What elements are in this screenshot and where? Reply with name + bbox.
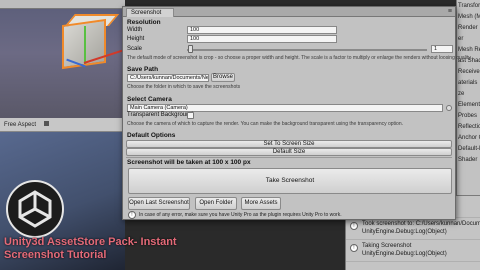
scale-slider-thumb[interactable] [188,45,193,53]
camera-value: Main Camera (Camera) [130,105,188,111]
console-entry[interactable]: ! Took screenshot to: C:/Users/kunnan/Do… [346,218,480,240]
inspector-item[interactable]: Transfor [457,0,480,11]
move-gizmo-y-axis[interactable] [84,26,86,64]
inspector-item[interactable]: Anchor Overrid [457,132,480,143]
open-last-screenshot-button[interactable]: Open Last Screenshot [128,197,190,210]
set-to-screen-size-button[interactable]: Set To Screen Size [126,140,452,148]
default-size-button[interactable]: Default Size [126,148,452,156]
more-assets-button[interactable]: More Assets [241,197,281,210]
inspector-item[interactable]: Render [457,22,480,33]
unity-logo-icon [6,180,64,238]
console-message: Took screenshot to: C:/Users/kunnan/Docu… [362,221,480,227]
separator [126,157,452,158]
tab-screenshot[interactable]: Screenshot [126,8,174,17]
console-stack: UnityEngine.Debug:Log(Object) [362,251,447,257]
inspector-item[interactable]: Probes [457,110,480,121]
inspector-item[interactable]: ze [457,88,480,99]
scale-slider-track[interactable] [187,49,427,51]
browse-button[interactable]: Browse [211,73,235,82]
camera-field[interactable]: Main Camera (Camera) [127,104,443,112]
scale-label: Scale [127,46,143,52]
inspector-item[interactable]: Reflection Probes [457,121,480,132]
take-screenshot-button[interactable]: Take Screenshot [128,168,452,194]
camera-help-text: Choose the camera of which to capture th… [127,121,404,127]
transparent-background-checkbox[interactable] [187,112,194,119]
window-titlebar: Screenshot ≡ [123,7,455,17]
inspector-item[interactable]: Element 0 [457,99,480,110]
console-stack: UnityEngine.Debug:Log(Object) [362,229,447,235]
height-label: Height [127,36,145,42]
width-label: Width [127,27,143,33]
inspector-item[interactable]: Shader [457,154,480,165]
default-options-heading: Default Options [127,132,176,139]
inspector-item[interactable]: aterials [457,77,480,88]
save-path-field[interactable]: C:/Users/kunnan/Documents/New [127,74,209,82]
inspector-panel: Transfor Mesh (Me Render er Mesh Ren ast… [456,0,480,195]
inspector-item[interactable]: er [457,33,480,44]
transparent-background-label: Transparent Background [127,112,193,118]
inspector-item[interactable]: Mesh Ren [457,44,480,55]
console-entry[interactable]: ! Taking Screenshot UnityEngine.Debug:Lo… [346,240,480,262]
inspector-item[interactable]: Default-Ma [457,143,480,154]
console-message: Taking Screenshot [362,243,412,249]
object-picker-icon[interactable] [446,105,452,111]
height-field[interactable]: 100 [187,35,337,43]
inspector-item[interactable]: Mesh (Me [457,11,480,22]
info-icon: ! [350,244,358,252]
save-path-heading: Save Path [127,66,159,73]
screenshot-status-text: Screenshot will be taken at 100 x 100 px [127,159,251,166]
resolution-help-text: The default mode of screenshot is crop -… [127,55,472,61]
open-folder-button[interactable]: Open Folder [195,197,237,210]
tutorial-title-line-2: Screenshot Tutorial [4,249,107,261]
scale-field[interactable]: 1 [431,45,453,53]
info-icon: ! [350,222,358,230]
scene-toolbar [0,0,125,9]
inspector-item[interactable]: Receive Shadow [457,66,480,77]
window-menu-icon[interactable]: ≡ [448,8,452,15]
info-message-text: In case of any error, make sure you have… [139,212,342,218]
camera-heading: Select Camera [127,96,172,103]
width-field[interactable]: 100 [187,26,337,34]
tutorial-title-overlay: Unity3d AssetStore Pack- Instant Screens… [4,236,254,262]
aspect-dropdown[interactable]: Free Aspect [4,122,36,128]
scene-view[interactable] [0,0,125,118]
tutorial-title-line-1: Unity3d AssetStore Pack- Instant [4,236,177,248]
screenshot-window: Screenshot ≡ Resolution Width 100 Height… [122,6,472,220]
info-icon: ! [128,211,136,219]
resolution-heading: Resolution [127,19,161,26]
save-path-help-text: Choose the folder in which to save the s… [127,84,241,90]
game-view-toolbar: Free Aspect [0,118,125,132]
dropdown-arrow-icon [43,121,49,126]
